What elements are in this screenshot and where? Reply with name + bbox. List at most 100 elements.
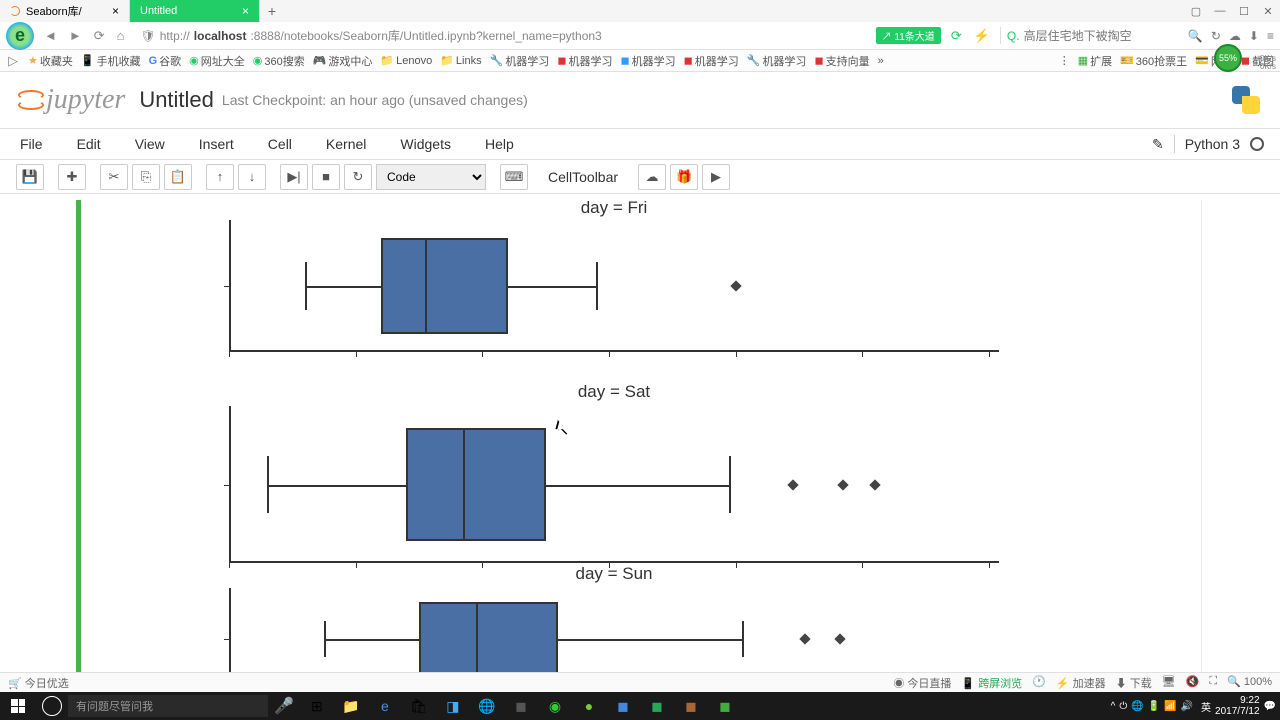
cloud-icon[interactable]: ☁ xyxy=(1229,29,1241,43)
bookmark-item[interactable]: ◼支持向量 xyxy=(814,53,869,69)
run-button[interactable]: ▶| xyxy=(280,164,308,190)
window-restore-icon[interactable]: ▢ xyxy=(1184,0,1208,22)
menu-kernel[interactable]: Kernel xyxy=(322,134,370,154)
video-button[interactable]: ▶ xyxy=(702,164,730,190)
notification-icon[interactable]: 💬 xyxy=(1264,701,1276,712)
status-item[interactable]: 📱 跨屏浏览 xyxy=(961,675,1022,691)
save-button[interactable]: 💾 xyxy=(16,164,44,190)
browser-tab[interactable]: Seaborn库/ × xyxy=(0,0,130,22)
cut-button[interactable]: ✂ xyxy=(100,164,128,190)
app-icon[interactable]: ◼ xyxy=(710,694,740,718)
status-item[interactable]: 🖥 xyxy=(1162,675,1176,691)
tray-icon[interactable]: 🔊 xyxy=(1181,701,1193,712)
browser-tab-active[interactable]: Untitled × xyxy=(130,0,260,22)
start-button[interactable] xyxy=(0,692,36,720)
download-icon[interactable]: ⬇ xyxy=(1249,29,1259,43)
menu-edit[interactable]: Edit xyxy=(73,134,105,154)
store-icon[interactable]: 🛍 xyxy=(404,694,434,718)
zoom-label[interactable]: 🔍 100% xyxy=(1227,675,1272,691)
app-icon[interactable]: ◼ xyxy=(608,694,638,718)
more-bookmarks[interactable]: » xyxy=(878,55,884,67)
move-down-button[interactable]: ↓ xyxy=(238,164,266,190)
menu-widgets[interactable]: Widgets xyxy=(396,134,455,154)
chrome-icon[interactable]: 🌐 xyxy=(472,694,502,718)
app-icon[interactable]: ◨ xyxy=(438,694,468,718)
sync-icon[interactable]: ↻ xyxy=(1211,29,1221,43)
app-icon[interactable]: ◼ xyxy=(676,694,706,718)
kernel-name[interactable]: Python 3 xyxy=(1185,136,1240,152)
status-item[interactable]: ⚡ 加速器 xyxy=(1056,675,1106,691)
app-icon[interactable]: ● xyxy=(574,694,604,718)
home-button[interactable]: ⌂ xyxy=(115,26,127,45)
menu-help[interactable]: Help xyxy=(481,134,518,154)
status-item[interactable]: ◉ 今日直播 xyxy=(893,675,951,691)
window-minimize-icon[interactable]: — xyxy=(1208,0,1232,22)
clock[interactable]: 9:22 2017/7/12 xyxy=(1215,695,1260,717)
tray-icon[interactable]: ⏻ xyxy=(1119,701,1127,712)
bookmark-item[interactable]: ◼机器学习 xyxy=(684,53,739,69)
ime-icon[interactable]: 英 xyxy=(1201,699,1211,714)
reload-button[interactable]: ⟳ xyxy=(92,26,107,46)
tray-icon[interactable]: 🌐 xyxy=(1131,701,1143,712)
bookmark-item[interactable]: G谷歌 xyxy=(149,53,182,69)
paste-button[interactable]: 📋 xyxy=(164,164,192,190)
close-icon[interactable]: × xyxy=(242,4,249,18)
status-left[interactable]: 🛒 今日优选 xyxy=(8,675,69,691)
bookmark-item[interactable]: 🔧机器学习 xyxy=(747,53,807,69)
speed-meter-icon[interactable]: 55% xyxy=(1214,44,1242,72)
sync-icon[interactable]: ⟳ xyxy=(949,26,964,46)
bookmark-item[interactable]: 📁Links xyxy=(440,54,481,67)
search-icon[interactable]: 🔍 xyxy=(1188,29,1203,43)
bookmark-item[interactable]: ◉网址大全 xyxy=(189,53,245,69)
search-input[interactable]: Q. 高层住宅地下被掏空 xyxy=(1000,27,1180,44)
move-up-button[interactable]: ↑ xyxy=(206,164,234,190)
edit-icon[interactable]: ✎ xyxy=(1152,136,1164,153)
menu-cell[interactable]: Cell xyxy=(264,134,296,154)
celltoolbar-label[interactable]: CellToolbar xyxy=(542,169,624,185)
app-icon[interactable]: ◼ xyxy=(642,694,672,718)
notebook-title[interactable]: Untitled xyxy=(139,87,214,113)
taskview-icon[interactable]: ⊞ xyxy=(302,694,332,718)
app-icon[interactable]: ◼ xyxy=(506,694,536,718)
bookmark-item[interactable]: 🎮游戏中心 xyxy=(313,53,373,69)
mic-icon[interactable]: 🎤 xyxy=(274,696,294,716)
status-item[interactable]: ⛶ xyxy=(1209,675,1217,691)
bookmark-item[interactable]: 🔧机器学习 xyxy=(490,53,550,69)
bookmark-item[interactable]: 📱手机收藏 xyxy=(81,53,141,69)
gift-button[interactable]: 🎁 xyxy=(670,164,698,190)
status-item[interactable]: 🕐 xyxy=(1032,675,1046,691)
360-icon[interactable]: ◉ xyxy=(540,694,570,718)
back-button[interactable]: ◄ xyxy=(42,26,59,45)
bookmark-item[interactable]: ◉360搜索 xyxy=(253,53,305,69)
new-tab-button[interactable]: + xyxy=(260,3,284,19)
tray-icon[interactable]: 📶 xyxy=(1164,701,1176,712)
forward-button[interactable]: ► xyxy=(67,26,84,45)
stop-button[interactable]: ■ xyxy=(312,164,340,190)
bookmark-item[interactable]: ★收藏夹 xyxy=(28,53,73,69)
bookmark-item[interactable]: ◼机器学习 xyxy=(557,53,612,69)
add-cell-button[interactable]: ✚ xyxy=(58,164,86,190)
cell-type-select[interactable]: Code xyxy=(376,164,486,190)
taskbar-search[interactable]: 有问题尽管问我 xyxy=(68,695,268,717)
window-close-icon[interactable]: ✕ xyxy=(1256,0,1280,22)
cortana-icon[interactable] xyxy=(42,696,62,716)
menu-file[interactable]: File xyxy=(16,134,47,154)
play-icon[interactable]: ▷ xyxy=(6,51,20,71)
tray-icon[interactable]: 🔋 xyxy=(1148,701,1160,712)
status-item[interactable]: ⬇ 下载 xyxy=(1116,675,1152,691)
restart-button[interactable]: ↻ xyxy=(344,164,372,190)
speed-badge[interactable]: ↗ 11条大道 xyxy=(876,27,941,44)
menu-view[interactable]: View xyxy=(131,134,169,154)
edge-icon[interactable]: e xyxy=(370,694,400,718)
explorer-icon[interactable]: 📁 xyxy=(336,694,366,718)
copy-button[interactable]: ⎘ xyxy=(132,164,160,190)
jupyter-logo[interactable]: jupyter xyxy=(16,84,125,116)
extension-item[interactable]: ▦扩展 xyxy=(1078,53,1112,69)
bookmark-item[interactable]: 📁Lenovo xyxy=(380,54,432,67)
extension-item[interactable]: 🎫360抢票王 xyxy=(1120,53,1187,69)
command-palette-button[interactable]: ⌨ xyxy=(500,164,528,190)
menu-icon[interactable]: ≡ xyxy=(1267,29,1274,43)
tray-up-icon[interactable]: ^ xyxy=(1111,701,1116,712)
url-input[interactable]: 🛡 http://localhost:8888/notebooks/Seabor… xyxy=(135,25,868,46)
window-maximize-icon[interactable]: ☐ xyxy=(1232,0,1256,22)
